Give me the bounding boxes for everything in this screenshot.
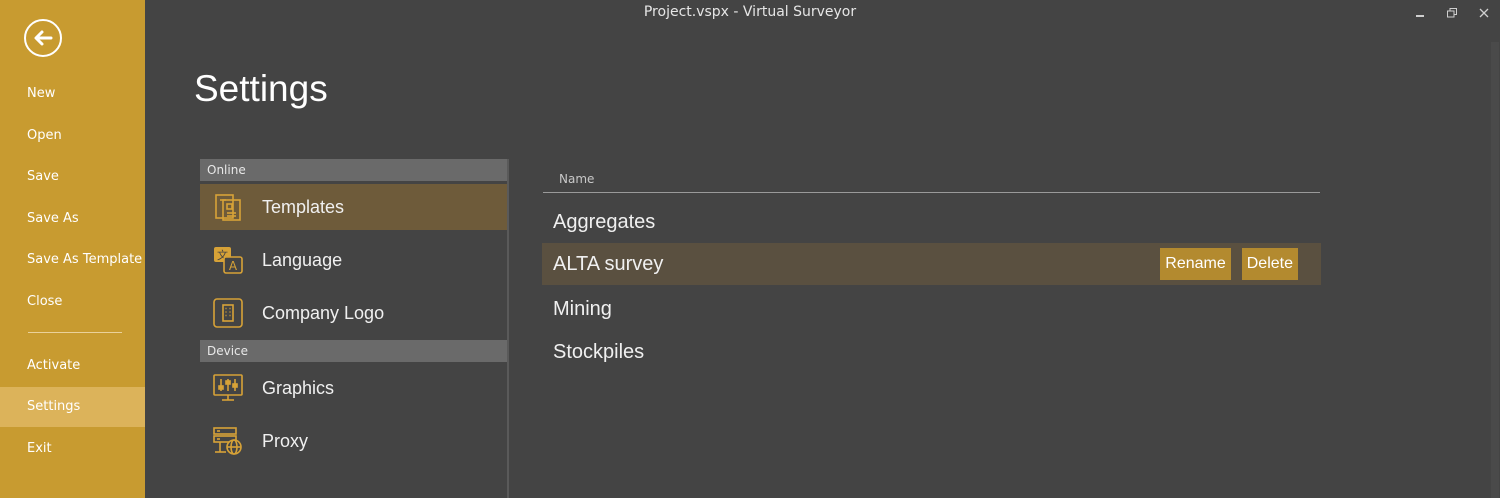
settings-categories: Online Templates 文 A Language Company Lo…	[200, 159, 508, 498]
category-proxy[interactable]: Proxy	[200, 418, 507, 464]
page-title: Settings	[194, 68, 328, 109]
category-templates[interactable]: Templates	[200, 184, 507, 230]
panel-divider	[507, 159, 509, 498]
category-graphics[interactable]: Graphics	[200, 365, 507, 411]
language-icon: 文 A	[211, 243, 245, 277]
restore-icon	[1446, 4, 1458, 23]
minimize-icon	[1414, 4, 1426, 23]
templates-icon	[211, 190, 245, 224]
nav-open[interactable]: Open	[0, 116, 145, 156]
graphics-sliders-icon	[211, 371, 245, 405]
close-icon	[1478, 4, 1490, 23]
category-company-logo-label: Company Logo	[262, 302, 385, 323]
template-name: Stockpiles	[553, 340, 645, 363]
category-graphics-label: Graphics	[262, 377, 335, 398]
app-window: New Open Save Save As Save As Template C…	[0, 0, 1500, 498]
template-name: ALTA survey	[553, 252, 664, 275]
nav-close[interactable]: Close	[0, 282, 145, 322]
backstage-sidebar: New Open Save Save As Save As Template C…	[0, 0, 145, 498]
back-button[interactable]	[24, 19, 62, 57]
nav-exit[interactable]: Exit	[0, 429, 145, 469]
category-proxy-label: Proxy	[262, 430, 309, 451]
rename-button[interactable]: Rename	[1160, 248, 1231, 280]
company-logo-icon	[211, 296, 245, 330]
nav-save-as[interactable]: Save As	[0, 199, 145, 239]
template-row[interactable]: Mining	[542, 288, 1321, 330]
restore-button[interactable]	[1441, 2, 1463, 24]
template-name: Mining	[553, 297, 612, 320]
template-row[interactable]: Aggregates	[542, 201, 1321, 243]
arrow-left-icon	[33, 29, 53, 47]
category-group-device: Device	[200, 340, 507, 362]
category-group-online: Online	[200, 159, 507, 181]
nav-save-as-template[interactable]: Save As Template	[0, 240, 145, 280]
close-window-button[interactable]	[1473, 2, 1495, 24]
category-language[interactable]: 文 A Language	[200, 237, 507, 283]
category-company-logo[interactable]: Company Logo	[200, 290, 507, 336]
category-templates-label: Templates	[262, 196, 345, 217]
proxy-server-globe-icon	[211, 424, 245, 458]
nav-activate[interactable]: Activate	[0, 346, 145, 386]
template-name: Aggregates	[553, 210, 656, 233]
vertical-scrollbar[interactable]	[1491, 42, 1499, 498]
template-row[interactable]: ALTA survey Rename Delete	[542, 243, 1321, 285]
nav-new[interactable]: New	[0, 74, 145, 114]
category-language-label: Language	[262, 249, 343, 270]
column-header-name[interactable]: Name	[543, 172, 1320, 193]
svg-text:A: A	[229, 259, 238, 273]
nav-separator	[28, 332, 122, 333]
template-row[interactable]: Stockpiles	[542, 331, 1321, 373]
nav-settings[interactable]: Settings	[0, 387, 145, 427]
nav-save[interactable]: Save	[0, 157, 145, 197]
delete-button[interactable]: Delete	[1241, 248, 1298, 280]
minimize-button[interactable]	[1409, 2, 1431, 24]
window-title: Project.vspx - Virtual Surveyor	[643, 4, 857, 20]
